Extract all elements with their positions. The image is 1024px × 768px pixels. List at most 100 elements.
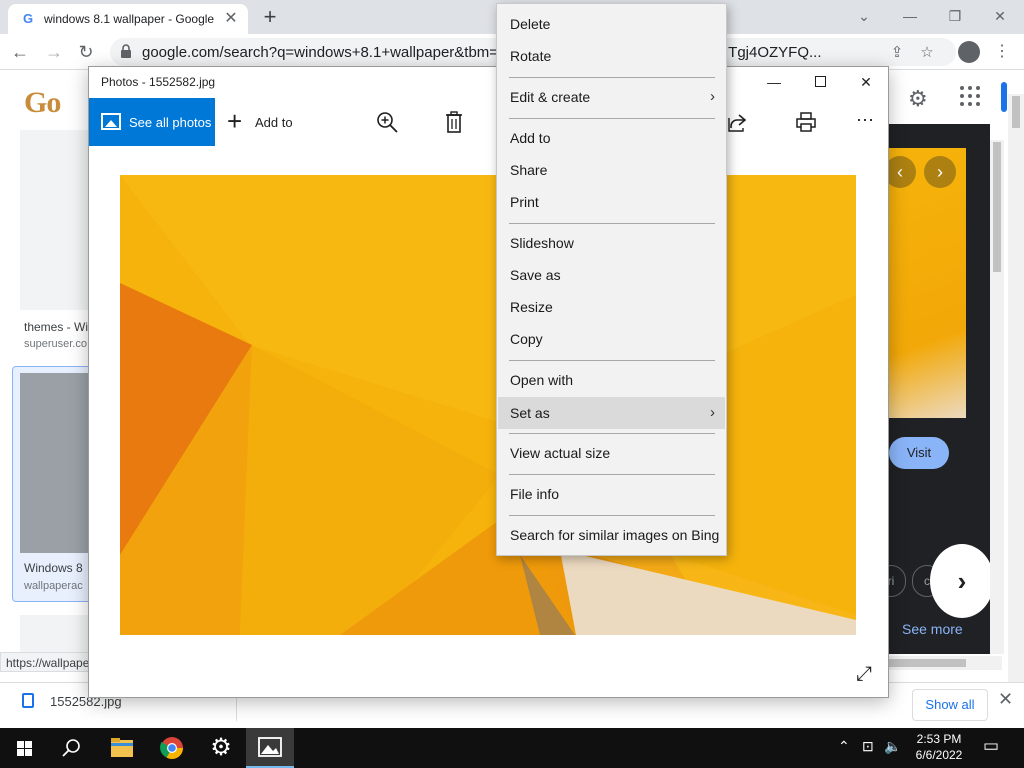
menu-item-label: Share <box>510 162 548 178</box>
menu-item-label: Open with <box>510 372 574 388</box>
next-chevron-icon[interactable]: › <box>924 156 956 188</box>
see-more-link[interactable]: See more <box>902 621 963 637</box>
photos-close-button[interactable]: ✕ <box>851 71 881 93</box>
chevron-right-icon: › <box>710 88 715 105</box>
menu-item-copy[interactable]: Copy <box>498 323 725 355</box>
chrome-button[interactable] <box>148 728 196 768</box>
share-icon[interactable]: ⇪ <box>888 44 906 62</box>
menu-item-file-info[interactable]: File info <box>498 478 725 510</box>
share-icon[interactable] <box>725 110 749 134</box>
profile-avatar[interactable] <box>958 41 980 63</box>
status-url-bubble: https://wallpape <box>0 652 96 672</box>
result-source: wallpaperac <box>24 580 83 592</box>
google-apps-icon[interactable] <box>960 86 980 106</box>
preview-image[interactable] <box>888 148 966 418</box>
visit-button[interactable]: Visit <box>889 437 949 469</box>
photos-icon <box>258 737 282 757</box>
browser-restore-button[interactable]: ❐ <box>941 4 969 28</box>
menu-item-label: Edit & create <box>510 89 591 105</box>
account-button-edge[interactable] <box>1001 82 1007 112</box>
photos-window: Photos - 1552582.jpg — ✕ See all photos … <box>88 66 889 698</box>
result-thumbnail[interactable] <box>20 130 90 310</box>
browser-minimize-button[interactable]: — <box>896 4 924 28</box>
menu-item-label: Rotate <box>510 48 552 64</box>
settings-button[interactable]: ⚙ <box>197 728 245 768</box>
reload-icon[interactable]: ↻ <box>74 40 98 64</box>
image-file-icon <box>22 693 34 708</box>
browser-menu-icon[interactable]: ⋮ <box>994 42 1010 62</box>
chevron-right-icon: › <box>710 404 715 421</box>
menu-separator <box>509 118 715 119</box>
menu-item-view-actual-size[interactable]: View actual size <box>498 437 725 469</box>
menu-item-edit-create[interactable]: Edit & create › <box>498 81 725 113</box>
new-tab-button[interactable]: + <box>258 5 282 29</box>
menu-item-open-with[interactable]: Open with <box>498 364 725 396</box>
photos-maximize-button[interactable] <box>815 76 826 87</box>
chevron-up-icon[interactable]: ⌃ <box>838 738 850 755</box>
photos-minimize-button[interactable]: — <box>759 71 789 93</box>
menu-item-delete[interactable]: Delete <box>498 8 725 40</box>
menu-item-save-as[interactable]: Save as <box>498 259 725 291</box>
close-download-bar-icon[interactable]: ✕ <box>998 689 1013 710</box>
result-title[interactable]: Windows 8 <box>24 561 83 575</box>
zoom-in-icon[interactable] <box>375 110 399 134</box>
menu-item-label: File info <box>510 486 560 502</box>
menu-separator <box>509 515 715 516</box>
settings-gear-icon[interactable]: ⚙ <box>908 86 928 112</box>
google-doodle-logo[interactable]: Go <box>24 86 61 120</box>
delete-trash-icon[interactable] <box>442 110 466 134</box>
system-clock[interactable]: 2:53 PM 6/6/2022 <box>906 731 972 763</box>
menu-separator <box>509 474 715 475</box>
menu-item-slideshow[interactable]: Slideshow <box>498 227 725 259</box>
result-title[interactable]: themes - Wi <box>24 320 88 334</box>
folder-icon <box>111 738 133 757</box>
menu-item-set-as[interactable]: Set as › <box>498 397 725 429</box>
back-arrow-icon[interactable]: ← <box>8 40 32 64</box>
page-scrollbar[interactable] <box>1008 94 1024 682</box>
result-thumbnail[interactable] <box>20 373 90 553</box>
menu-separator <box>509 223 715 224</box>
start-button[interactable] <box>0 728 48 768</box>
browser-close-button[interactable]: ✕ <box>986 4 1014 28</box>
windows-taskbar: ⚙ ⌃ ⊡ 🔈 2:53 PM 6/6/2022 ▭ <box>0 728 1024 768</box>
menu-item-add-to[interactable]: Add to <box>498 122 725 154</box>
see-all-photos-button[interactable]: See all photos <box>89 98 215 146</box>
notifications-icon[interactable]: ▭ <box>983 736 999 756</box>
menu-item-resize[interactable]: Resize <box>498 291 725 323</box>
menu-item-share[interactable]: Share <box>498 154 725 186</box>
forward-arrow-icon[interactable]: → <box>42 40 66 64</box>
next-arrow-icon[interactable]: › <box>930 544 994 618</box>
menu-item-label: Resize <box>510 299 553 315</box>
volume-icon[interactable]: 🔈 <box>884 738 901 755</box>
tab-close-icon[interactable]: ✕ <box>222 10 240 28</box>
file-explorer-button[interactable] <box>98 728 146 768</box>
menu-item-rotate[interactable]: Rotate <box>498 40 725 72</box>
settings-gear-icon: ⚙ <box>210 734 232 761</box>
panel-scrollbar[interactable] <box>990 140 1004 654</box>
add-to-label: Add to <box>255 115 293 130</box>
menu-item-label: Print <box>510 194 539 210</box>
show-all-button[interactable]: Show all <box>912 689 988 721</box>
print-icon[interactable] <box>794 110 818 134</box>
network-icon[interactable]: ⊡ <box>862 738 874 755</box>
bookmark-star-icon[interactable]: ☆ <box>918 44 936 62</box>
menu-separator <box>509 77 715 78</box>
menu-item-search-bing[interactable]: Search for similar images on Bing <box>498 519 725 551</box>
tab-search-icon[interactable]: ⌄ <box>850 4 878 28</box>
see-all-photos-label: See all photos <box>129 115 212 130</box>
result-source: superuser.co <box>24 338 87 350</box>
menu-separator <box>509 433 715 434</box>
menu-item-label: Copy <box>510 331 543 347</box>
search-button[interactable] <box>48 728 96 768</box>
browser-tab[interactable]: G windows 8.1 wallpaper - Google ✕ <box>8 4 248 34</box>
wallpaper-image <box>120 175 856 635</box>
photos-taskbar-button[interactable] <box>246 728 294 768</box>
google-favicon-icon: G <box>22 11 34 26</box>
menu-item-label: Slideshow <box>510 235 574 251</box>
panel-horizontal-scrollbar[interactable] <box>888 656 1002 670</box>
more-options-icon[interactable]: ⋯ <box>853 108 877 132</box>
search-icon <box>62 739 80 757</box>
chrome-icon <box>160 737 183 759</box>
fullscreen-expand-icon[interactable]: ⤢ <box>853 663 875 685</box>
menu-item-print[interactable]: Print <box>498 186 725 218</box>
